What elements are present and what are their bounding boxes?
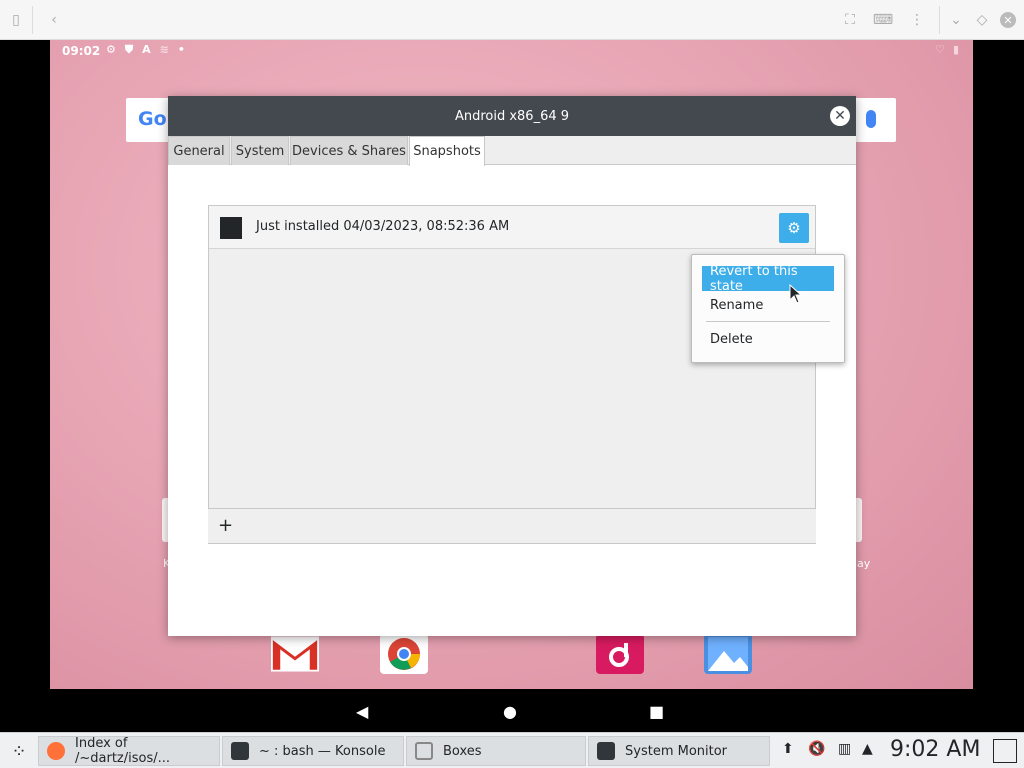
gallery-icon[interactable] xyxy=(704,634,752,674)
dialog-title: Android x86_64 9 xyxy=(454,108,570,124)
snapshot-row[interactable]: Just installed 04/03/2023, 08:52:36 AM ⚙ xyxy=(209,206,815,249)
boxes-toolbar: ▯ ‹ ⛶ ⌨ ⋮ ⌄ ◇ ✕ xyxy=(0,0,1024,40)
properties-dialog: Android x86_64 9 ✕ General System Device… xyxy=(168,96,856,636)
tab-bar: General System Devices & Shares Snapshot… xyxy=(168,136,856,166)
snapshot-thumbnail xyxy=(220,217,242,239)
tab-snapshots[interactable]: Snapshots xyxy=(409,136,485,166)
snapshot-toolbar: + xyxy=(208,509,816,544)
android-nav-bar: ◀ ● ■ xyxy=(50,689,973,732)
battery-icon: ▮ xyxy=(952,43,959,56)
nav-home-button[interactable]: ● xyxy=(503,702,517,721)
clock[interactable]: 9:02 AM xyxy=(890,737,980,762)
gmail-icon[interactable] xyxy=(271,634,319,674)
mouse-cursor-icon xyxy=(789,284,803,304)
task-boxes[interactable]: Boxes xyxy=(406,736,586,766)
mic-icon[interactable] xyxy=(866,110,876,128)
status-time: 09:02 xyxy=(62,44,101,58)
terminal-icon xyxy=(231,742,249,760)
snapshot-name: Just installed 04/03/2023, 08:52:36 AM xyxy=(256,219,510,234)
android-status-bar: 09:02 ⚙ ⛊ A ≋ • ♡ ▮ xyxy=(50,40,973,62)
google-logo: Go xyxy=(138,108,167,130)
taskbar: ⁘ Index of /~dartz/isos/... ~ : bash — K… xyxy=(0,732,1024,768)
status-icons: ⚙ ⛊ A ≋ • xyxy=(106,43,185,57)
sidebar-toggle-icon[interactable]: ▯ xyxy=(4,8,28,32)
menu-kebab-icon[interactable]: ⋮ xyxy=(905,8,929,32)
home-app-label: lay xyxy=(854,557,871,570)
tab-general[interactable]: General xyxy=(168,136,230,165)
tab-system[interactable]: System xyxy=(231,136,289,165)
music-icon[interactable] xyxy=(596,634,644,674)
dialog-close-button[interactable]: ✕ xyxy=(830,106,850,126)
snapshot-options-button[interactable]: ⚙ xyxy=(779,213,809,243)
boxes-icon xyxy=(415,742,433,760)
menu-item-rename[interactable]: Rename xyxy=(702,293,834,318)
minimize-button[interactable]: ⌄ xyxy=(944,8,968,32)
dot-icon: • xyxy=(177,43,185,56)
task-system-monitor[interactable]: System Monitor xyxy=(588,736,770,766)
close-window-button[interactable]: ✕ xyxy=(996,8,1020,32)
task-label: System Monitor xyxy=(625,743,728,759)
firefox-icon xyxy=(47,742,65,760)
settings-icon: ⚙ xyxy=(106,43,116,56)
show-desktop-button[interactable] xyxy=(993,739,1017,763)
wifi-icon: ♡ xyxy=(935,43,945,56)
menu-separator xyxy=(706,321,830,322)
add-snapshot-button[interactable]: + xyxy=(218,515,233,536)
task-konsole[interactable]: ~ : bash — Konsole xyxy=(222,736,404,766)
snapshot-context-menu: Revert to this state Rename Delete xyxy=(691,254,845,363)
maximize-button[interactable]: ◇ xyxy=(970,8,994,32)
nav-back-button[interactable]: ◀ xyxy=(356,702,368,721)
toolbar-divider xyxy=(939,6,940,34)
usb-icon[interactable]: ▥ xyxy=(838,741,851,757)
a-icon: A xyxy=(142,43,151,56)
tab-devices-shares[interactable]: Devices & Shares xyxy=(290,136,408,165)
nav-recents-button[interactable]: ■ xyxy=(649,702,664,721)
task-label: ~ : bash — Konsole xyxy=(259,743,386,759)
back-button[interactable]: ‹ xyxy=(42,8,66,32)
updates-icon[interactable]: ⬆ xyxy=(782,741,794,757)
volume-muted-icon[interactable]: 🔇 xyxy=(808,741,825,757)
fullscreen-icon[interactable]: ⛶ xyxy=(838,8,862,32)
chrome-icon[interactable] xyxy=(380,634,428,674)
tray-expand-icon[interactable]: ▲ xyxy=(862,741,873,757)
system-monitor-icon xyxy=(597,742,615,760)
signal-icon: ≋ xyxy=(159,43,169,56)
task-label: Index of /~dartz/isos/... xyxy=(75,736,171,766)
gear-icon: ⚙ xyxy=(787,219,801,237)
shield-icon: ⛊ xyxy=(124,43,134,56)
task-label: Boxes xyxy=(443,743,482,759)
app-launcher-icon[interactable]: ⁘ xyxy=(6,738,32,764)
status-right-icons: ♡ ▮ xyxy=(935,43,959,56)
dialog-titlebar: Android x86_64 9 ✕ xyxy=(168,96,856,136)
toolbar-divider xyxy=(32,6,33,34)
menu-item-revert[interactable]: Revert to this state xyxy=(702,264,834,294)
keyboard-icon[interactable]: ⌨ xyxy=(871,8,895,32)
task-firefox[interactable]: Index of /~dartz/isos/... xyxy=(38,736,220,766)
menu-item-delete[interactable]: Delete xyxy=(702,327,834,352)
